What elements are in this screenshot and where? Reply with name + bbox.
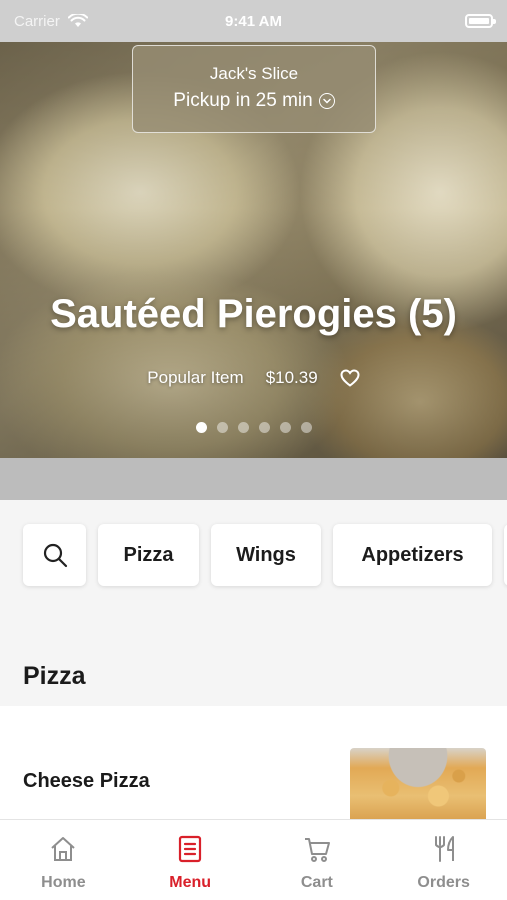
status-left: Carrier [14,13,88,30]
tab-cart-label: Cart [300,874,333,891]
carousel-indicator[interactable] [0,422,507,433]
search-icon [43,543,67,568]
pickup-time-label: Pickup in 25 min [173,90,313,111]
tab-orders-label: Orders [417,874,470,891]
carrier-label: Carrier [14,12,60,30]
search-button[interactable] [23,524,86,586]
menu-item-name: Cheese Pizza [23,770,150,792]
tab-orders[interactable]: Orders [380,820,507,900]
tab-menu-label: Menu [169,874,212,891]
chevron-down-icon [318,93,335,109]
featured-item-title: Sautéed Pierogies (5) [50,292,457,336]
category-chip-pizza[interactable]: Pizza [98,524,199,586]
tab-bar: Home Menu Cart Orders [0,819,507,900]
menu-item-image [350,748,486,820]
carousel-dot-1[interactable] [195,422,207,433]
pickup-selector[interactable]: Jack's Slice Pickup in 25 min [132,45,376,133]
carousel-dot-2[interactable] [216,422,228,433]
tab-home-label: Home [41,874,86,891]
pickup-time-row: Pickup in 25 min [133,90,375,112]
category-bar: Pizza Wings Appetizers [0,500,507,610]
heart-icon[interactable] [340,369,360,387]
category-chip-wings[interactable]: Wings [211,524,321,586]
menu-icon [179,835,202,863]
battery-icon [465,14,496,28]
section-title: Pizza [0,610,507,706]
featured-item-price: $10.39 [265,368,318,387]
cart-icon [304,838,330,862]
wifi-icon [67,14,88,27]
tab-home[interactable]: Home [0,820,127,900]
list-item[interactable]: Cheese Pizza [0,706,507,820]
status-bar: Carrier 9:41 AM [0,0,507,42]
carousel-dot-5[interactable] [279,422,291,433]
featured-item-meta: Popular Item $10.39 [0,368,507,388]
tab-menu[interactable]: Menu [127,820,254,900]
category-chip-appetizers[interactable]: Appetizers [333,524,492,586]
featured-item-tag: Popular Item [147,368,244,387]
carousel-dot-3[interactable] [237,422,249,433]
featured-item-carousel[interactable]: Jack's Slice Pickup in 25 min Sautéed Pi… [0,42,507,458]
hero-divider [0,458,507,500]
fork-knife-icon [434,836,454,862]
tab-cart[interactable]: Cart [254,820,381,900]
home-icon [51,837,76,861]
restaurant-name: Jack's Slice [209,64,299,83]
carousel-dot-4[interactable] [258,422,270,433]
carousel-dot-6[interactable] [300,422,312,433]
